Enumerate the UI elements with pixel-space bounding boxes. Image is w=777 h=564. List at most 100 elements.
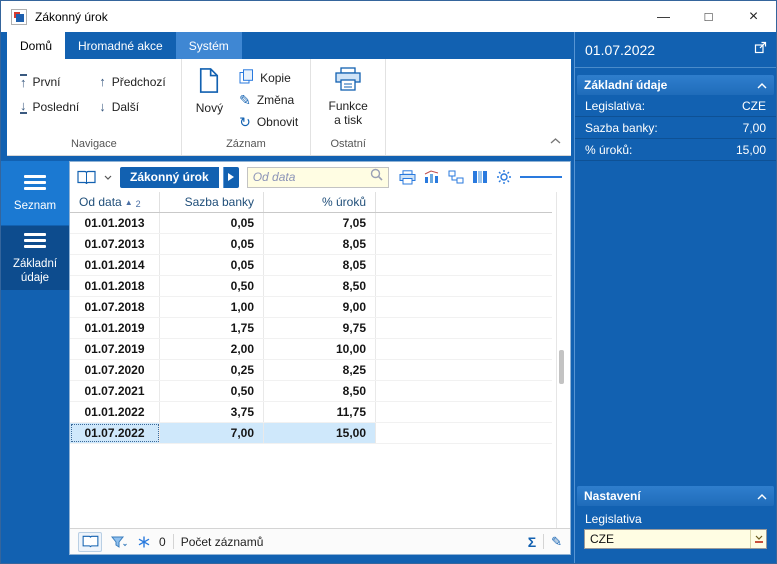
section-title: Základní údaje <box>584 78 667 92</box>
last-button[interactable]: ↓ Poslední <box>15 94 84 119</box>
new-record-button[interactable]: Nový <box>188 63 231 136</box>
cell-uroku: 15,00 <box>264 423 376 443</box>
vertical-scrollbar[interactable] <box>556 192 564 528</box>
tab-system[interactable]: Systém <box>176 32 242 59</box>
table-row[interactable]: 01.01.2013 0,05 7,05 <box>70 213 552 234</box>
combo-dropdown-icon[interactable] <box>750 530 766 548</box>
column-header-od-data[interactable]: Od data ▲ 2 <box>70 192 160 212</box>
detail-panel: 01.07.2022 Základní údaje Legislativa: C… <box>575 32 776 563</box>
list-toolbar: Zákonný úrok <box>70 162 570 192</box>
column-header-uroku[interactable]: % úroků <box>264 192 376 212</box>
quick-edit-button[interactable]: ✎ <box>551 534 562 550</box>
edit-button[interactable]: ✎ Změna <box>239 91 298 108</box>
new-label: Nový <box>196 101 223 115</box>
cell-sazba-banky: 0,50 <box>160 276 264 296</box>
cell-od-data: 01.01.2022 <box>70 402 160 422</box>
columns-icon[interactable] <box>470 168 490 186</box>
view-dropdown-chevron-icon[interactable] <box>102 173 114 182</box>
functions-print-label: Funkce a tisk <box>325 99 371 128</box>
search-icon[interactable] <box>370 168 383 186</box>
search-input[interactable] <box>253 170 370 184</box>
first-button[interactable]: ↑ První <box>15 69 84 94</box>
table-row[interactable]: 01.01.2019 1,75 9,75 <box>70 318 552 339</box>
section-header-nastaveni[interactable]: Nastavení <box>577 486 774 506</box>
print-icon[interactable] <box>397 168 418 187</box>
search-box <box>247 167 389 188</box>
tab-hromadne-akce[interactable]: Hromadné akce <box>65 32 176 59</box>
table-row[interactable]: 01.01.2018 0,50 8,50 <box>70 276 552 297</box>
tab-domu[interactable]: Domů <box>7 32 65 59</box>
run-view-button[interactable] <box>223 167 239 188</box>
table-row[interactable]: 01.07.2020 0,25 8,25 <box>70 360 552 381</box>
table-row[interactable]: 01.07.2018 1,00 9,00 <box>70 297 552 318</box>
titlebar: Zákonný úrok — □ × <box>1 1 776 32</box>
cell-uroku: 8,25 <box>264 360 376 380</box>
table-row[interactable]: 01.07.2019 2,00 10,00 <box>70 339 552 360</box>
cell-sazba-banky: 2,00 <box>160 339 264 359</box>
record-title: 01.07.2022 <box>585 42 655 58</box>
view-book-icon[interactable] <box>75 168 98 187</box>
section-header-zakladni-udaje[interactable]: Základní údaje <box>577 75 774 95</box>
group-label-navigace: Navigace <box>7 136 181 155</box>
sidebar-item-seznam[interactable]: Seznam <box>1 161 69 225</box>
sidebar-item-zakladni-udaje[interactable]: Základní údaje <box>1 226 69 290</box>
previous-label: Předchozí <box>112 75 166 89</box>
cell-sazba-banky: 1,00 <box>160 297 264 317</box>
settings-gear-icon[interactable] <box>494 167 514 187</box>
table-row[interactable]: 01.01.2022 3,75 11,75 <box>70 402 552 423</box>
ribbon-collapse-chevron-icon[interactable] <box>550 131 561 149</box>
detail-menu-icon <box>24 230 46 251</box>
legislativa-input[interactable] <box>585 532 750 546</box>
field-label: % úroků: <box>585 143 632 157</box>
filter-icon[interactable] <box>109 534 129 550</box>
grouping-icon[interactable] <box>446 168 466 186</box>
arrow-up-to-bar-icon: ↑ <box>20 74 27 89</box>
table-row-selected[interactable]: 01.07.2022 7,00 15,00 <box>70 423 552 444</box>
scrollbar-thumb[interactable] <box>559 350 564 384</box>
cell-sazba-banky: 0,05 <box>160 213 264 233</box>
window-title: Zákonný úrok <box>35 10 641 24</box>
table-row[interactable]: 01.01.2014 0,05 8,05 <box>70 255 552 276</box>
refresh-button[interactable]: ↻ Obnovit <box>239 113 298 130</box>
list-menu-icon <box>24 172 46 193</box>
cell-sazba-banky: 3,75 <box>160 402 264 422</box>
close-button[interactable]: × <box>731 1 776 32</box>
freeze-snowflake-icon[interactable] <box>136 534 152 550</box>
list-statusbar: 0 Počet záznamů Σ ✎ <box>70 528 570 554</box>
minimize-button[interactable]: — <box>641 1 686 32</box>
toolbar-menu-icon[interactable] <box>518 172 564 183</box>
copy-button[interactable]: Kopie <box>239 69 298 86</box>
functions-print-button[interactable]: Funkce a tisk <box>317 63 379 136</box>
field-value: 7,00 <box>743 121 766 135</box>
edit-label: Změna <box>257 93 294 107</box>
cell-uroku: 7,05 <box>264 213 376 233</box>
cell-od-data: 01.07.2022 <box>70 423 160 443</box>
sort-asc-icon: ▲ <box>125 198 133 207</box>
sort-order-badge: 2 <box>136 199 141 209</box>
cell-uroku: 8,05 <box>264 255 376 275</box>
column-header-sazba-banky[interactable]: Sazba banky <box>160 192 264 212</box>
ribbon-group-navigace: ↑ První ↑ Předchozí ↓ Poslední <box>7 59 182 155</box>
cell-uroku: 10,00 <box>264 339 376 359</box>
ribbon-group-zaznam: Nový Kopie ✎ Změna <box>182 59 311 155</box>
cell-sazba-banky: 0,05 <box>160 234 264 254</box>
maximize-button[interactable]: □ <box>686 1 731 32</box>
frozen-count: 0 <box>159 535 166 549</box>
table-row[interactable]: 01.07.2021 0,50 8,50 <box>70 381 552 402</box>
chart-icon[interactable] <box>422 168 442 186</box>
copy-label: Kopie <box>260 71 291 85</box>
table-row[interactable]: 01.07.2013 0,05 8,05 <box>70 234 552 255</box>
previous-button[interactable]: ↑ Předchozí <box>94 69 171 94</box>
printer-icon <box>334 67 362 95</box>
sum-button[interactable]: Σ <box>528 534 536 550</box>
preview-toggle-button[interactable] <box>78 532 102 552</box>
app-icon <box>11 9 27 25</box>
view-title[interactable]: Zákonný úrok <box>120 167 219 188</box>
open-record-popout-icon[interactable] <box>754 41 767 59</box>
group-label-ostatni: Ostatní <box>311 136 385 155</box>
next-button[interactable]: ↓ Další <box>94 94 171 119</box>
column-label: Od data <box>79 195 122 209</box>
ribbon: ↑ První ↑ Předchozí ↓ Poslední <box>7 59 571 156</box>
app-window: Zákonný úrok — □ × Domů Hromadné akce Sy… <box>0 0 777 564</box>
ribbon-tab-bar: Domů Hromadné akce Systém <box>1 32 574 59</box>
